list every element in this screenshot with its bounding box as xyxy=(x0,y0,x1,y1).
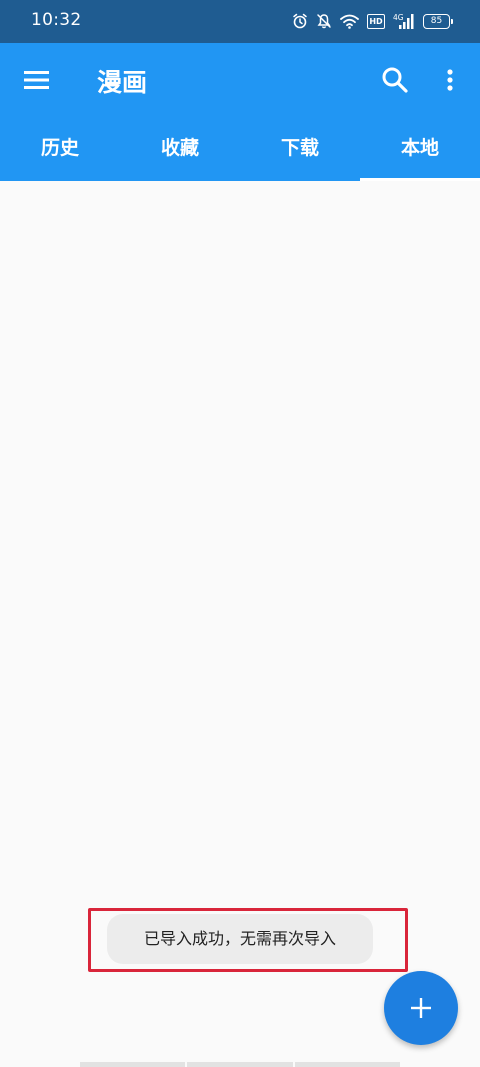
tab-bar: 历史 收藏 下载 本地 xyxy=(0,118,480,181)
bottom-strip-segment xyxy=(187,1062,293,1067)
plus-icon xyxy=(411,998,431,1018)
hd-icon: HD xyxy=(367,13,385,29)
network-type-label: 4G xyxy=(393,13,404,22)
tab-favorites[interactable]: 收藏 xyxy=(120,118,240,181)
tab-local-label: 本地 xyxy=(400,137,439,159)
bottom-strip-segment xyxy=(80,1062,186,1067)
bell-off-icon xyxy=(317,14,331,29)
tab-history-label: 历史 xyxy=(40,137,79,159)
4g-signal-icon: 4G xyxy=(393,13,414,29)
search-icon xyxy=(382,67,408,93)
more-options-button[interactable] xyxy=(438,63,462,97)
hamburger-menu-icon xyxy=(24,71,49,89)
wifi-icon xyxy=(340,14,359,29)
tab-downloads-label: 下载 xyxy=(280,137,319,159)
bottom-strip-segment xyxy=(294,1062,400,1067)
tab-favorites-label: 收藏 xyxy=(160,137,199,159)
app-title: 漫画 xyxy=(97,68,148,97)
more-vert-icon xyxy=(447,69,453,91)
add-button[interactable] xyxy=(384,971,458,1045)
tab-history[interactable]: 历史 xyxy=(0,118,120,181)
tab-local[interactable]: 本地 xyxy=(360,118,480,181)
alarm-icon xyxy=(293,13,307,29)
status-icons: HD 4G 85 xyxy=(292,11,453,31)
status-time: 10:32 xyxy=(31,10,82,30)
tab-downloads[interactable]: 下载 xyxy=(240,118,360,181)
battery-icon: 85 xyxy=(423,13,453,29)
toast-message: 已导入成功，无需再次导入 xyxy=(107,914,373,964)
search-button[interactable] xyxy=(378,63,412,97)
bottom-edge-strip xyxy=(80,1062,400,1067)
app-bar: 漫画 xyxy=(0,43,480,118)
status-bar: 10:32 HD 4G 85 xyxy=(0,0,480,43)
menu-button[interactable] xyxy=(20,65,54,95)
